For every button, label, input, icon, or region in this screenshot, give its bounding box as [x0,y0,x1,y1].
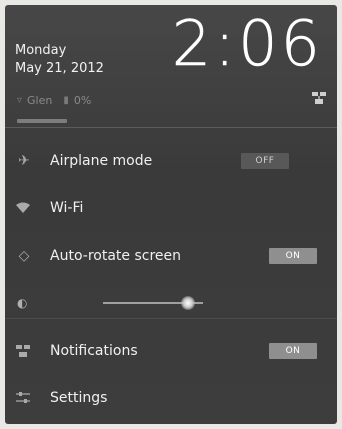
clock: 2:06 [171,7,323,80]
scroll-handle[interactable] [17,119,67,123]
airplane-mode-label: Airplane mode [50,153,153,169]
status-header: Monday May 21, 2012 2:06 ▿ Glen ▮ 0% [5,5,337,117]
wifi-icon [16,202,30,213]
battery-label: 0% [73,94,92,107]
notifications-label: Notifications [50,343,138,359]
wifi-row[interactable]: Wi-Fi [5,185,337,231]
day-label: Monday [15,43,67,58]
divider [5,316,337,319]
settings-label: Settings [50,390,108,406]
airplane-icon: ✈ [18,153,30,169]
signal-icon: ▿ [17,95,23,106]
notifications-toggle[interactable]: ON [269,343,317,359]
airplane-mode-toggle[interactable]: OFF [241,153,289,169]
wifi-label: Wi-Fi [50,200,84,216]
settings-shortcut-icon[interactable] [311,91,327,105]
settings-sliders-icon [16,392,30,403]
brightness-slider-thumb[interactable] [181,296,195,310]
brightness-row: ◐ [5,280,337,326]
brightness-icon[interactable]: ◐ [17,296,27,310]
battery-icon: ▮ [63,95,69,106]
date-label: May 21, 2012 [15,61,104,76]
settings-row[interactable]: Settings [5,375,337,421]
auto-rotate-row[interactable]: ◇ Auto-rotate screen ON [5,233,337,279]
auto-rotate-label: Auto-rotate screen [50,248,181,264]
notifications-row[interactable]: Notifications ON [5,328,337,374]
quick-settings-panel: Monday May 21, 2012 2:06 ▿ Glen ▮ 0% ✈ A… [5,5,337,424]
rotate-icon: ◇ [18,248,30,264]
notifications-icon [16,345,30,357]
auto-rotate-toggle[interactable]: ON [269,248,317,264]
carrier-label: Glen [27,94,53,107]
airplane-mode-row[interactable]: ✈ Airplane mode OFF [5,138,337,184]
divider [5,127,337,128]
status-row: ▿ Glen ▮ 0% [17,94,91,107]
